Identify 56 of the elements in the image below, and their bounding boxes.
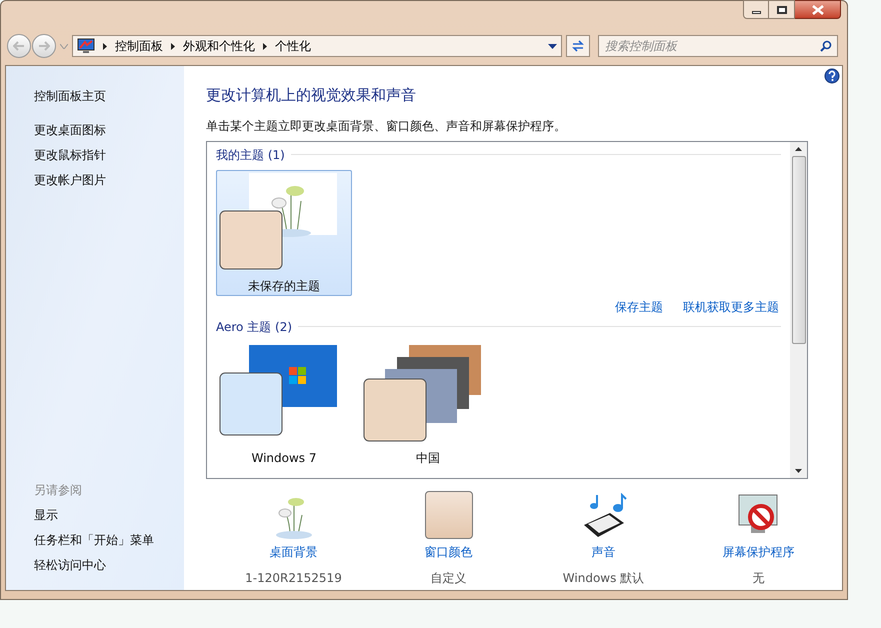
- close-icon: [812, 4, 824, 14]
- theme-name: 未保存的主题: [248, 278, 320, 294]
- setting-value: 自定义: [430, 570, 466, 586]
- forward-arrow-icon: [38, 41, 50, 51]
- forward-button[interactable]: [32, 34, 56, 58]
- scrollbar[interactable]: [790, 142, 807, 478]
- sidebar-link[interactable]: 控制面板主页: [34, 87, 184, 105]
- setting-link[interactable]: 窗口颜色: [424, 542, 472, 560]
- breadcrumb[interactable]: 外观和个性化: [183, 37, 255, 55]
- sidebar-link[interactable]: 显示: [34, 506, 184, 524]
- sidebar-link[interactable]: 轻松访问中心: [34, 556, 184, 574]
- theme-tile[interactable]: 中国: [360, 342, 496, 468]
- theme-name: Windows 7: [251, 450, 316, 466]
- sidebar-link[interactable]: 更改鼠标指针: [34, 146, 184, 164]
- history-dropdown-icon: [60, 44, 68, 48]
- page-title: 更改计算机上的视觉效果和声音: [206, 85, 417, 106]
- back-arrow-icon: [13, 41, 25, 51]
- setting-value: 无: [752, 570, 764, 586]
- scroll-down-icon: [795, 468, 802, 472]
- chevron-icon: [103, 42, 107, 50]
- theme-tile[interactable]: Windows 7: [216, 342, 352, 468]
- link[interactable]: 保存主题: [615, 298, 663, 316]
- scrollbar-thumb[interactable]: [792, 156, 806, 344]
- section-heading: 另请参阅: [34, 482, 83, 499]
- scroll-up-icon: [795, 146, 802, 150]
- sidebar-link[interactable]: 更改帐户图片: [34, 171, 184, 189]
- setting-value: 1-120R2152519: [245, 570, 342, 586]
- sidebar-link[interactable]: 任务栏和「开始」菜单: [34, 531, 184, 549]
- minimize-button[interactable]: [743, 0, 769, 19]
- dropdown-icon: [548, 44, 557, 48]
- group-heading: Aero 主题 (2): [216, 318, 292, 336]
- refresh-button[interactable]: [566, 35, 590, 57]
- maximize-button[interactable]: [769, 0, 795, 19]
- address-bar[interactable]: 控制面板 外观和个性化 个性化: [72, 35, 562, 57]
- breadcrumb[interactable]: 个性化: [275, 37, 311, 55]
- back-button[interactable]: [7, 34, 31, 58]
- page-description: 单击某个主题立即更改桌面背景、窗口颜色、声音和屏幕保护程序。: [206, 118, 567, 134]
- help-icon: [824, 68, 840, 84]
- chevron-icon: [171, 42, 175, 50]
- color-swatch: [424, 490, 472, 538]
- link[interactable]: 联机获取更多主题: [683, 298, 779, 316]
- theme-tile[interactable]: 未保存的主题: [216, 170, 352, 296]
- refresh-icon: [571, 40, 585, 52]
- search-field[interactable]: 搜索控制面板: [598, 35, 838, 57]
- setting-link[interactable]: 屏幕保护程序: [722, 542, 794, 560]
- search-icon: [820, 40, 832, 52]
- theme-name: 中国: [416, 450, 440, 466]
- chevron-icon: [263, 42, 267, 50]
- close-button[interactable]: [795, 0, 841, 19]
- setting-link[interactable]: 声音: [592, 542, 616, 560]
- setting-link[interactable]: 桌面背景: [270, 542, 318, 560]
- sidebar-link[interactable]: 更改桌面图标: [34, 121, 184, 139]
- group-heading: 我的主题 (1): [216, 146, 285, 164]
- setting-value: Windows 默认: [562, 570, 644, 586]
- breadcrumb[interactable]: 控制面板: [115, 37, 163, 55]
- control-panel-icon: [77, 38, 95, 54]
